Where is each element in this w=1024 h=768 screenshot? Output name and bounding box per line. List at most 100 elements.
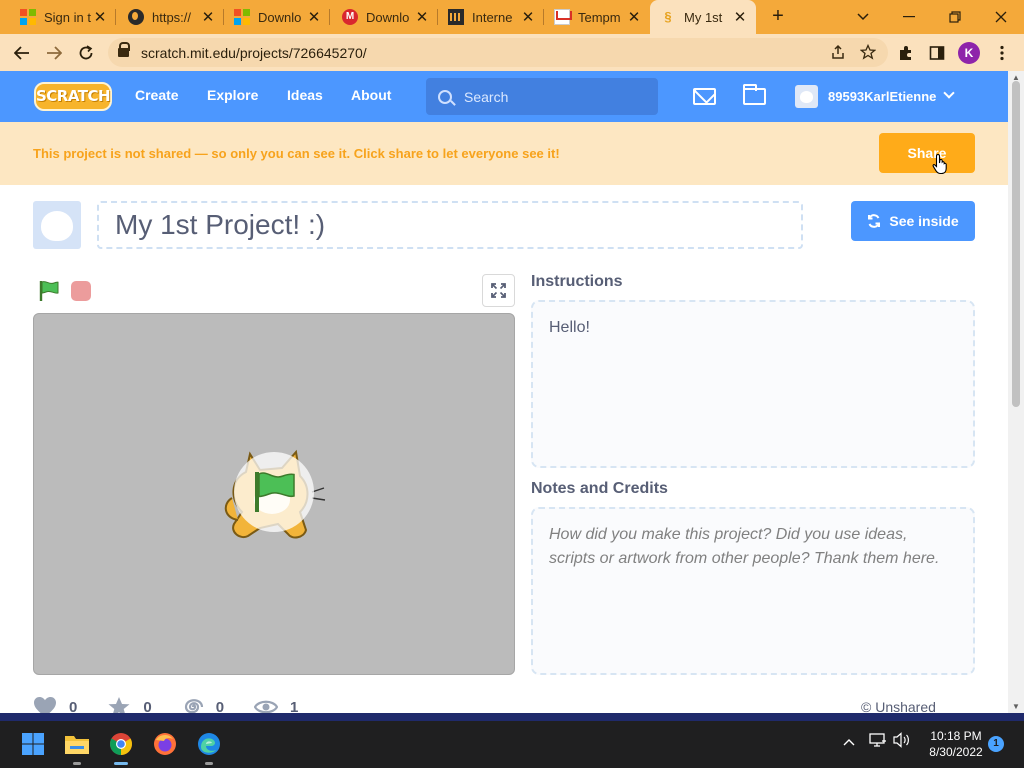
close-icon[interactable]: ✕ bbox=[520, 8, 536, 26]
green-flag-icon[interactable] bbox=[37, 279, 61, 303]
tab-label: Sign in t bbox=[44, 9, 91, 25]
minimize-button[interactable] bbox=[886, 0, 932, 34]
heart-icon bbox=[34, 697, 56, 713]
taskbar-clock[interactable]: 10:18 PM 8/30/2022 bbox=[918, 728, 994, 760]
page-viewport: SCRATCH Create Explore Ideas About 89593… bbox=[0, 71, 1008, 713]
browser-tab[interactable]: M Downlo ✕ bbox=[332, 0, 438, 34]
notes-textarea[interactable]: How did you make this project? Did you u… bbox=[531, 507, 975, 675]
close-icon[interactable]: ✕ bbox=[414, 8, 430, 26]
browser-tab[interactable]: https:// ✕ bbox=[118, 0, 224, 34]
taskbar-file-explorer[interactable] bbox=[62, 729, 92, 765]
scratch-logo[interactable]: SCRATCH bbox=[34, 82, 112, 111]
nav-create-link[interactable]: Create bbox=[135, 87, 179, 103]
loves-count: 0 bbox=[69, 698, 78, 714]
stop-sign-icon[interactable] bbox=[71, 281, 91, 301]
museum-icon bbox=[448, 9, 464, 25]
nav-explore-link[interactable]: Explore bbox=[207, 87, 258, 103]
address-bar[interactable]: scratch.mit.edu/projects/726645270/ bbox=[108, 38, 888, 67]
windows-taskbar: 10:18 PM 8/30/2022 1 bbox=[0, 721, 1024, 768]
my-stuff-folder-icon[interactable] bbox=[743, 84, 766, 105]
messages-icon[interactable] bbox=[693, 88, 716, 105]
profile-avatar[interactable]: K bbox=[958, 42, 980, 64]
chevron-up-icon bbox=[843, 739, 855, 746]
puzzle-icon bbox=[900, 46, 911, 60]
favorites-stat[interactable]: 0 bbox=[107, 696, 152, 713]
chevron-down-icon[interactable] bbox=[943, 87, 955, 99]
tab-label: Interne bbox=[472, 9, 513, 25]
browser-tab[interactable]: Tempm ✕ bbox=[544, 0, 650, 34]
search-icon bbox=[438, 89, 452, 104]
volume-control[interactable] bbox=[893, 732, 911, 751]
browser-menu-button[interactable] bbox=[991, 42, 1013, 64]
notification-badge[interactable]: 1 bbox=[988, 736, 1004, 752]
see-inside-label: See inside bbox=[889, 213, 959, 229]
close-icon[interactable]: ✕ bbox=[92, 8, 108, 26]
fullscreen-button[interactable] bbox=[482, 274, 515, 307]
minimize-icon bbox=[903, 16, 915, 18]
windows-logo-icon bbox=[22, 733, 44, 755]
start-button[interactable] bbox=[18, 729, 48, 759]
close-icon[interactable]: ✕ bbox=[732, 8, 748, 26]
forward-button[interactable] bbox=[41, 40, 67, 66]
project-stage[interactable] bbox=[33, 313, 515, 675]
project-stats: 0 0 0 1 bbox=[33, 695, 328, 713]
nav-ideas-link[interactable]: Ideas bbox=[287, 87, 323, 103]
user-avatar[interactable] bbox=[795, 85, 818, 108]
loves-stat[interactable]: 0 bbox=[33, 696, 77, 713]
close-icon[interactable]: ✕ bbox=[200, 8, 216, 26]
scrollbar-thumb[interactable] bbox=[1012, 81, 1020, 407]
tab-search-button[interactable] bbox=[840, 0, 886, 34]
tab-label: https:// bbox=[152, 9, 192, 25]
search-input[interactable] bbox=[464, 88, 644, 105]
taskbar-edge[interactable] bbox=[194, 729, 224, 765]
browser-tab-active[interactable]: § My 1st ✕ bbox=[650, 0, 756, 34]
play-overlay[interactable] bbox=[234, 452, 314, 532]
reload-button[interactable] bbox=[73, 40, 99, 66]
share-page-icon[interactable] bbox=[830, 44, 846, 60]
scroll-down-arrow-icon[interactable]: ▼ bbox=[1012, 702, 1020, 711]
speaker-icon bbox=[893, 732, 909, 748]
eye-icon bbox=[254, 700, 279, 713]
scratch-icon: § bbox=[664, 9, 672, 24]
star-icon bbox=[108, 697, 130, 713]
views-stat: 1 bbox=[254, 698, 298, 713]
share-button[interactable]: Share bbox=[879, 133, 975, 173]
hand-cursor-icon bbox=[932, 153, 947, 175]
instructions-textarea[interactable]: Hello! bbox=[531, 300, 975, 468]
restore-button[interactable] bbox=[932, 0, 978, 34]
extensions-button[interactable] bbox=[895, 42, 917, 64]
star-icon[interactable] bbox=[860, 44, 876, 60]
nav-about-link[interactable]: About bbox=[351, 87, 391, 103]
url-text: scratch.mit.edu/projects/726645270/ bbox=[141, 44, 367, 61]
side-panel-icon bbox=[929, 46, 945, 60]
lock-icon bbox=[118, 42, 130, 58]
tab-label: Downlo bbox=[258, 9, 302, 25]
browser-tab[interactable]: Interne ✕ bbox=[438, 0, 544, 34]
side-panel-button[interactable] bbox=[926, 42, 948, 64]
close-icon[interactable]: ✕ bbox=[626, 8, 642, 26]
new-tab-button[interactable]: + bbox=[768, 6, 788, 26]
green-flag-icon bbox=[255, 472, 295, 512]
chrome-icon bbox=[110, 733, 132, 755]
page-scrollbar[interactable]: ▲ ▼ bbox=[1008, 71, 1024, 713]
clock-date: 8/30/2022 bbox=[929, 745, 983, 759]
restore-icon bbox=[949, 11, 961, 23]
network-status[interactable] bbox=[869, 732, 887, 751]
browser-tab[interactable]: Sign in t ✕ bbox=[10, 0, 116, 34]
username[interactable]: 89593KarlEtienne bbox=[828, 89, 936, 104]
not-shared-message: This project is not shared — so only you… bbox=[33, 146, 560, 161]
browser-tab-strip: Sign in t ✕ https:// ✕ Downlo ✕ M Downlo… bbox=[0, 0, 1024, 34]
project-title-input[interactable] bbox=[97, 201, 803, 249]
close-icon[interactable]: ✕ bbox=[306, 8, 322, 26]
see-inside-button[interactable]: See inside bbox=[851, 201, 975, 241]
show-hidden-icons-button[interactable] bbox=[843, 734, 855, 749]
more-vertical-icon bbox=[1000, 45, 1004, 61]
project-author-avatar[interactable] bbox=[33, 201, 81, 249]
close-window-button[interactable] bbox=[978, 0, 1024, 34]
taskbar-firefox[interactable] bbox=[150, 729, 180, 759]
remixes-stat: 0 bbox=[182, 696, 224, 713]
back-button[interactable] bbox=[9, 40, 35, 66]
chevron-down-icon bbox=[857, 13, 869, 21]
taskbar-chrome[interactable] bbox=[106, 729, 136, 765]
browser-tab[interactable]: Downlo ✕ bbox=[224, 0, 330, 34]
